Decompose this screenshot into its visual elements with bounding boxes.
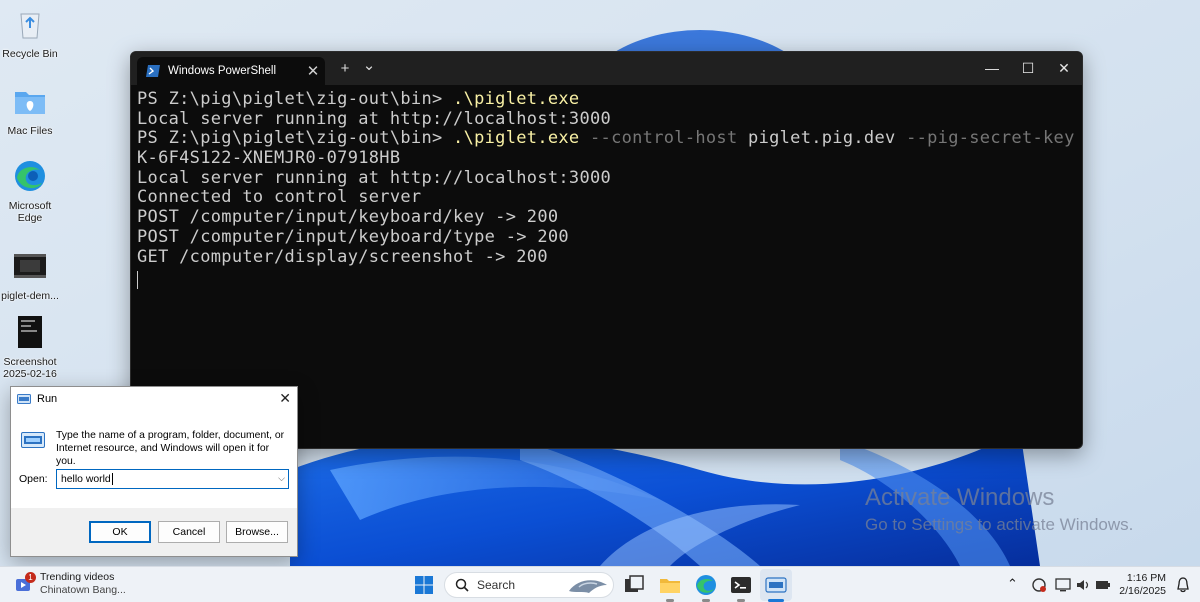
desktop-icon-recycle-bin[interactable]: Recycle Bin: [0, 6, 60, 60]
clock-time: 1:16 PM: [1126, 572, 1166, 584]
terminal-line: POST /computer/input/keyboard/key -> 200: [137, 207, 1082, 228]
terminal-text-segment: .\piglet.exe: [453, 128, 590, 149]
terminal-line: Local server running at http://localhost…: [137, 167, 1082, 189]
run-dialog[interactable]: Run ✕ Type the name of a program, folder…: [10, 386, 298, 557]
widget-icon: 1: [14, 572, 36, 594]
recycle-bin-icon: [20, 13, 40, 39]
terminal-text-segment: --control-host: [590, 128, 749, 149]
taskbar-search[interactable]: Search: [444, 572, 614, 598]
run-taskbar-item[interactable]: [760, 569, 792, 601]
terminal-text-segment: .\piglet.exe: [453, 89, 580, 109]
run-icon: [765, 577, 787, 593]
run-description: Type the name of a program, folder, docu…: [56, 430, 285, 467]
terminal-text-segment: PS Z:\pig\piglet\zig-out\bin>: [137, 128, 454, 149]
taskbar-clock[interactable]: 1:16 PM 2/16/2025: [1119, 572, 1166, 598]
terminal-line: PS Z:\pig\piglet\zig-out\bin> .\piglet.e…: [137, 129, 1082, 149]
clock-date: 2/16/2025: [1119, 585, 1166, 597]
tab-dropdown-button[interactable]: ⌄: [357, 55, 381, 77]
watermark-line1: Activate Windows: [865, 484, 1055, 511]
desktop-icon-piglet-demo[interactable]: piglet-dem...: [0, 248, 60, 302]
terminal-output[interactable]: PS Z:\pig\piglet\zig-out\bin> .\piglet.e…: [131, 85, 1082, 295]
open-input[interactable]: hello world ⌵: [56, 469, 289, 489]
run-app-icon: [21, 432, 45, 448]
text-caret: [111, 473, 113, 485]
widgets-button[interactable]: 1 Trending videos Chinatown Bang...: [14, 571, 126, 597]
widget-title: Trending videos: [40, 571, 115, 583]
terminal-text-segment: POST /computer/input/keyboard/key -> 200: [137, 207, 559, 228]
desktop-icon-label: Mac Files: [7, 125, 53, 137]
terminal-line: POST /computer/input/keyboard/type -> 20…: [137, 226, 1082, 248]
file-explorer-icon[interactable]: [658, 573, 682, 597]
maximize-button[interactable]: ☐: [1010, 54, 1046, 82]
run-titlebar[interactable]: Run ✕: [11, 387, 297, 411]
browse-button[interactable]: Browse...: [226, 521, 288, 543]
watermark-line2: Go to Settings to activate Windows.: [865, 515, 1134, 534]
notification-bell-icon[interactable]: [1176, 577, 1190, 593]
edge-icon[interactable]: [694, 573, 718, 597]
taskbar: 1 Trending videos Chinatown Bang... Sear…: [0, 566, 1200, 602]
terminal-text-segment: piglet.pig.dev: [748, 128, 907, 149]
task-view-icon[interactable]: [622, 573, 646, 597]
terminal-line: Local server running at http://localhost…: [137, 108, 1082, 130]
minimize-button[interactable]: —: [974, 54, 1010, 82]
terminal-line: K-6F4S122-XNEMJR0-07918HB: [137, 148, 1082, 169]
chevron-up-icon[interactable]: ⌃: [1007, 576, 1018, 592]
run-title: Run: [37, 393, 58, 405]
battery-icon[interactable]: [1095, 577, 1111, 593]
tab-windows-powershell[interactable]: Windows PowerShell ✕: [137, 57, 325, 85]
terminal-text-segment: PS Z:\pig\piglet\zig-out\bin>: [137, 89, 454, 109]
terminal-text-segment: Local server running at http://localhost…: [137, 108, 612, 129]
folder-apple-icon: [15, 92, 45, 114]
cancel-button[interactable]: Cancel: [158, 521, 220, 543]
terminal-text-segment: Connected to control server: [137, 187, 422, 208]
search-label: Search: [477, 578, 516, 592]
desktop-icon-mac-files[interactable]: Mac Files: [0, 83, 60, 137]
terminal-titlebar[interactable]: Windows PowerShell ✕ + ⌄ — ☐ ✕: [131, 52, 1082, 85]
video-file-icon: [14, 254, 46, 278]
volume-icon[interactable]: [1075, 577, 1091, 593]
close-icon[interactable]: ✕: [279, 390, 291, 407]
search-icon: [455, 578, 469, 592]
ok-button[interactable]: OK: [89, 521, 151, 543]
desktop-icon-label: piglet-dem...: [1, 290, 59, 302]
display-icon[interactable]: [1055, 577, 1071, 593]
chevron-down-icon[interactable]: ⌵: [278, 473, 285, 484]
edge-icon: [15, 161, 45, 191]
open-label: Open:: [19, 473, 48, 485]
desktop-icon-screenshot[interactable]: Screenshot 2025-02-16 ...: [0, 314, 60, 392]
desktop-icon-microsoft-edge[interactable]: Microsoft Edge: [0, 158, 60, 224]
desktop-icon-label: Microsoft Edge: [8, 200, 52, 224]
tab-title: Windows PowerShell: [168, 65, 277, 77]
terminal-line: Connected to control server: [137, 188, 1082, 208]
run-body: Type the name of a program, folder, docu…: [11, 411, 297, 508]
terminal-text-segment: POST /computer/input/keyboard/type -> 20…: [137, 226, 569, 247]
desktop-icon-label: Recycle Bin: [2, 48, 58, 60]
widget-subtitle: Chinatown Bang...: [40, 584, 126, 596]
terminal-line: GET /computer/display/screenshot -> 200: [137, 246, 1082, 268]
start-button[interactable]: [412, 573, 436, 597]
open-input-value: hello world: [61, 473, 111, 485]
close-window-button[interactable]: ✕: [1046, 54, 1082, 82]
terminal-text-segment: Local server running at http://localhost…: [137, 167, 612, 188]
notification-badge: 1: [25, 572, 36, 583]
dolphin-highlight-icon: [569, 580, 607, 593]
close-tab-icon[interactable]: ✕: [301, 62, 325, 80]
powershell-icon: [146, 65, 160, 77]
new-tab-button[interactable]: +: [333, 58, 357, 80]
terminal-line: PS Z:\pig\piglet\zig-out\bin> .\piglet.e…: [137, 89, 1082, 110]
terminal-text-segment: K-6F4S122-XNEMJR0-07918HB: [137, 148, 401, 169]
image-file-icon: [18, 316, 42, 348]
terminal-cursor: [137, 271, 138, 290]
sync-icon[interactable]: [1031, 577, 1047, 593]
terminal-text-segment: --pig-secret-key: [906, 128, 1083, 149]
terminal-text-segment: GET /computer/display/screenshot -> 200: [137, 246, 548, 267]
run-icon: [17, 394, 31, 404]
terminal-icon[interactable]: [729, 573, 753, 597]
activate-windows-watermark: Activate Windows Go to Settings to activ…: [865, 484, 1133, 535]
